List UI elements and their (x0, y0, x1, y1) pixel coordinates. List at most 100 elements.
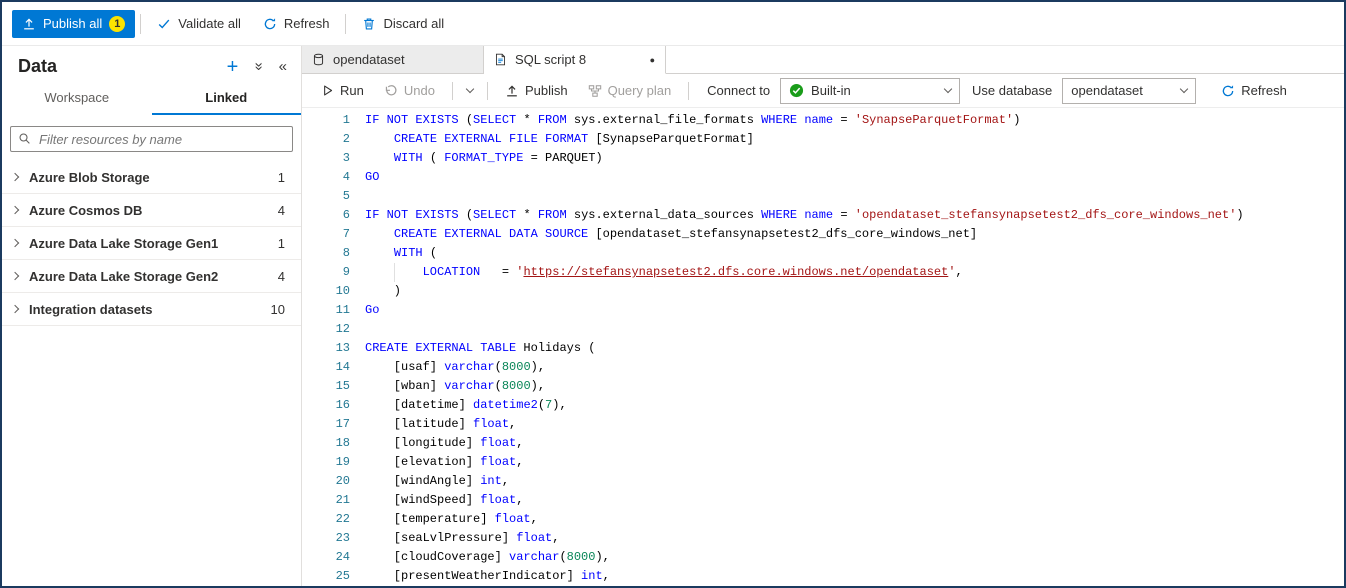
collapse-panel-icon[interactable]: « (279, 59, 287, 74)
code-line[interactable]: 13CREATE EXTERNAL TABLE Holidays ( (302, 339, 1344, 358)
refresh-icon (1221, 84, 1235, 98)
tree-item-count: 1 (278, 170, 285, 185)
code-line[interactable]: 17 [latitude] float, (302, 415, 1344, 434)
code-text: [wban] varchar(8000), (365, 377, 545, 396)
code-line[interactable]: 4GO (302, 168, 1344, 187)
line-number: 25 (302, 567, 350, 586)
resource-tree: Azure Blob Storage 1 Azure Cosmos DB 4 A… (2, 161, 301, 326)
code-line[interactable]: 16 [datetime] datetime2(7), (302, 396, 1344, 415)
code-line[interactable]: 2 CREATE EXTERNAL FILE FORMAT [SynapsePa… (302, 130, 1344, 149)
code-line[interactable]: 19 [elevation] float, (302, 453, 1344, 472)
publish-button[interactable]: Publish (496, 78, 577, 104)
code-line[interactable]: 23 [seaLvlPressure] float, (302, 529, 1344, 548)
tree-item[interactable]: Azure Data Lake Storage Gen1 1 (2, 227, 301, 260)
app-window: Publish all 1 Validate all Refresh Disca… (2, 2, 1344, 586)
run-button[interactable]: Run (312, 78, 373, 104)
query-plan-button[interactable]: Query plan (579, 78, 681, 104)
code-text: [elevation] float, (365, 453, 523, 472)
editor-tab-opendataset[interactable]: opendataset ● (302, 46, 484, 73)
code-text: [usaf] varchar(8000), (365, 358, 545, 377)
filter-resources-input[interactable] (10, 126, 293, 152)
trash-icon (362, 17, 376, 31)
sql-file-icon (494, 53, 507, 66)
tree-item[interactable]: Azure Cosmos DB 4 (2, 194, 301, 227)
editor-tabbar: opendataset ● SQL script 8 ● (302, 46, 1344, 74)
tab-workspace[interactable]: Workspace (2, 81, 152, 115)
code-line[interactable]: 1 IF NOT EXISTS (SELECT * FROM sys.extern… (302, 111, 1344, 130)
code-line[interactable]: 14 [usaf] varchar(8000), (302, 358, 1344, 377)
refresh-button[interactable]: Refresh (252, 10, 341, 38)
use-database-value: opendataset (1071, 83, 1143, 98)
chevron-right-icon[interactable] (11, 239, 19, 247)
data-sidebar: Data + « « Workspace Linked Azure Blob S… (2, 46, 302, 586)
editor-tab-sql-script-8[interactable]: SQL script 8 ● (484, 46, 666, 74)
connect-to-dropdown[interactable]: Built-in (780, 78, 960, 104)
code-line[interactable]: 21 [windSpeed] float, (302, 491, 1344, 510)
code-line[interactable]: 3 WITH ( FORMAT_TYPE = PARQUET) (302, 149, 1344, 168)
line-number: 20 (302, 472, 350, 491)
line-number: 14 (302, 358, 350, 377)
undo-button[interactable]: Undo (375, 78, 444, 104)
chevron-right-icon[interactable] (11, 272, 19, 280)
line-number: 13 (302, 339, 350, 358)
tree-item[interactable]: Azure Data Lake Storage Gen2 4 (2, 260, 301, 293)
code-text: [presentWeatherIndicator] int, (365, 567, 610, 586)
code-line[interactable]: 6IF NOT EXISTS (SELECT * FROM sys.extern… (302, 206, 1344, 225)
tree-item-label: Azure Data Lake Storage Gen2 (29, 269, 278, 284)
code-line[interactable]: 5 (302, 187, 1344, 206)
code-text: [cloudCoverage] varchar(8000), (365, 548, 610, 567)
add-resource-icon[interactable]: + (227, 57, 239, 77)
line-number: 7 (302, 225, 350, 244)
code-text: [windSpeed] float, (365, 491, 523, 510)
run-label: Run (340, 83, 364, 98)
code-text: LOCATION = 'https://stefansynapsetest2.d… (365, 263, 963, 282)
validate-all-button[interactable]: Validate all (146, 10, 252, 38)
code-editor[interactable]: 1 IF NOT EXISTS (SELECT * FROM sys.extern… (302, 108, 1344, 586)
code-line[interactable]: 20 [windAngle] int, (302, 472, 1344, 491)
code-text: [datetime] datetime2(7), (365, 396, 567, 415)
tab-linked[interactable]: Linked (152, 81, 302, 115)
publish-label: Publish (525, 83, 568, 98)
chevron-right-icon[interactable] (11, 305, 19, 313)
use-database-dropdown[interactable]: opendataset (1062, 78, 1196, 104)
code-text: IF NOT EXISTS (SELECT * FROM sys.externa… (365, 206, 1244, 225)
chevron-right-icon[interactable] (11, 206, 19, 214)
code-line[interactable]: 24 [cloudCoverage] varchar(8000), (302, 548, 1344, 567)
collapse-all-icon[interactable]: « (251, 62, 266, 70)
connected-status-icon (789, 83, 804, 98)
code-text: CREATE EXTERNAL DATA SOURCE [opendataset… (365, 225, 977, 244)
use-database-label: Use database (972, 83, 1052, 98)
tree-item[interactable]: Azure Blob Storage 1 (2, 161, 301, 194)
code-line[interactable]: 11Go (302, 301, 1344, 320)
chevron-right-icon[interactable] (11, 173, 19, 181)
undo-dropdown-button[interactable] (461, 78, 479, 104)
code-text: [temperature] float, (365, 510, 538, 529)
database-refresh-button[interactable]: Refresh (1212, 78, 1296, 104)
toolbar-separator (487, 82, 488, 100)
filter-container (10, 126, 293, 152)
code-line[interactable]: 18 [longitude] float, (302, 434, 1344, 453)
code-text: ) (365, 282, 401, 301)
code-line[interactable]: 22 [temperature] float, (302, 510, 1344, 529)
publish-all-button[interactable]: Publish all 1 (12, 10, 135, 38)
tree-item-count: 4 (278, 269, 285, 284)
code-line[interactable]: 12 (302, 320, 1344, 339)
check-icon (157, 17, 171, 31)
line-number: 9 (302, 263, 350, 282)
query-plan-icon (588, 84, 602, 98)
code-text: IF NOT EXISTS (SELECT * FROM sys.externa… (365, 111, 1020, 130)
code-line[interactable]: 8 WITH ( (302, 244, 1344, 263)
code-line[interactable]: 10 ) (302, 282, 1344, 301)
code-line[interactable]: 9 LOCATION = 'https://stefansynapsetest2… (302, 263, 1344, 282)
line-number: 1 (302, 111, 350, 130)
code-line[interactable]: 7 CREATE EXTERNAL DATA SOURCE [opendatas… (302, 225, 1344, 244)
publish-icon (22, 17, 36, 31)
toolbar-separator (345, 14, 346, 34)
tree-item[interactable]: Integration datasets 10 (2, 293, 301, 326)
publish-all-badge: 1 (109, 16, 125, 32)
code-text: GO (365, 168, 379, 187)
code-line[interactable]: 15 [wban] varchar(8000), (302, 377, 1344, 396)
code-line[interactable]: 25 [presentWeatherIndicator] int, (302, 567, 1344, 586)
discard-all-button[interactable]: Discard all (351, 10, 455, 38)
line-number: 24 (302, 548, 350, 567)
